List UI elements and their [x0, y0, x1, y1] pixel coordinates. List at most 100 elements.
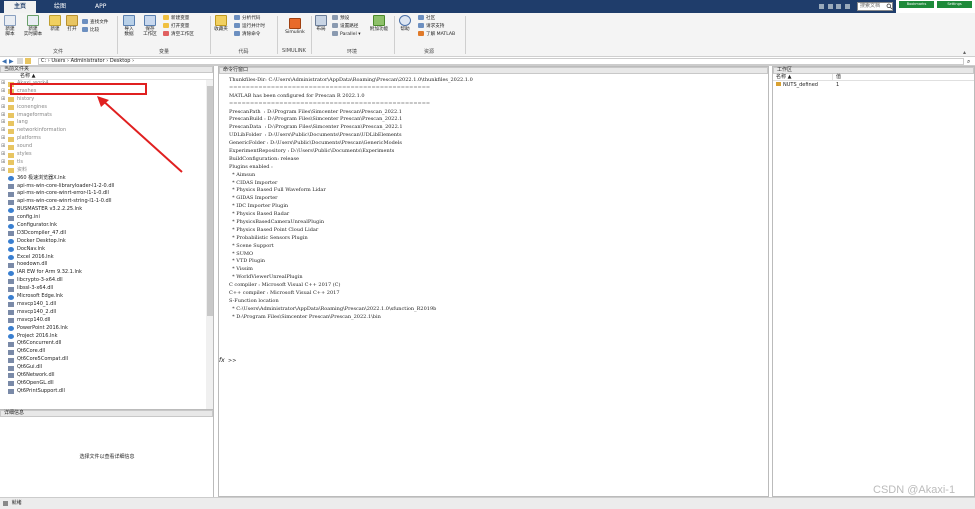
expand-icon[interactable]: ⊞: [1, 159, 5, 167]
addons-button[interactable]: 附加功能: [366, 15, 392, 32]
file-item[interactable]: hoedown.dll: [0, 261, 205, 269]
name-column-header[interactable]: 名称 ▲: [0, 73, 213, 80]
expand-icon[interactable]: ⊞: [1, 119, 5, 127]
file-item[interactable]: Qt6Core.dll: [0, 348, 205, 356]
current-folder-title[interactable]: 当前文件夹: [0, 66, 213, 73]
layout-button[interactable]: 布局: [313, 15, 329, 32]
file-item[interactable]: Qt6OpenGL.dll: [0, 380, 205, 388]
file-item[interactable]: 360 极速浏览器X.lnk: [0, 175, 205, 183]
search-path-icon[interactable]: ⌕: [967, 58, 970, 66]
expand-icon[interactable]: ⊞: [1, 135, 5, 143]
expand-icon[interactable]: ⊞: [1, 96, 5, 104]
collapse-toolstrip-icon[interactable]: ▴: [963, 49, 966, 56]
file-item[interactable]: Qt6Gui.dll: [0, 364, 205, 372]
function-browser-icon[interactable]: fx: [219, 357, 225, 364]
tab-plots[interactable]: 绘图: [44, 1, 76, 13]
compare-button[interactable]: 比较: [82, 27, 99, 34]
current-folder-path[interactable]: C: › Users › Administrator › Desktop ›: [38, 58, 964, 65]
forward-arrow-icon[interactable]: ▶: [9, 58, 14, 65]
request-support-button[interactable]: 请求支持: [418, 23, 444, 30]
redo-icon[interactable]: [836, 4, 842, 9]
undo-icon[interactable]: [827, 4, 833, 9]
file-item[interactable]: api-ms-win-core-libraryloader-l1-2-0.dll: [0, 183, 205, 191]
expand-icon[interactable]: ⊞: [1, 104, 5, 112]
file-item[interactable]: Configurator.lnk: [0, 222, 205, 230]
file-item[interactable]: DocNav.lnk: [0, 246, 205, 254]
set-path-button[interactable]: 设置路径: [332, 23, 358, 30]
details-title[interactable]: 详细信息: [0, 410, 213, 417]
up-folder-icon[interactable]: [17, 58, 23, 64]
file-item[interactable]: Qt6Core5Compat.dll: [0, 356, 205, 364]
preferences-button[interactable]: 预设: [332, 15, 349, 22]
file-item[interactable]: config.ini: [0, 214, 205, 222]
command-window[interactable]: 命令行窗口 Thunkfiles-Dir: C:\Users\Administr…: [218, 66, 769, 497]
open-button[interactable]: 打开: [64, 15, 80, 32]
file-item[interactable]: IAR EW for Arm 9.32.1.lnk: [0, 269, 205, 277]
run-and-time-button[interactable]: 运行并计时: [234, 23, 265, 30]
find-files-button[interactable]: 查找文件: [82, 19, 108, 26]
path-segment[interactable]: Users: [51, 58, 65, 64]
scrollbar-thumb[interactable]: [207, 86, 213, 316]
file-item[interactable]: BUSMASTER v3.2.2.25.lnk: [0, 206, 205, 214]
path-segment[interactable]: Desktop: [110, 58, 131, 64]
expand-icon[interactable]: ⊞: [1, 167, 5, 175]
favorites-button[interactable]: 收藏夹: [212, 15, 230, 32]
file-item[interactable]: Qt6Concurrent.dll: [0, 340, 205, 348]
tab-home[interactable]: 主页: [4, 1, 37, 13]
file-item[interactable]: Excel 2016.lnk: [0, 254, 205, 262]
notification-cell-2[interactable]: Settings: [937, 1, 972, 8]
save-workspace-button[interactable]: 保存 工作区: [140, 15, 160, 37]
workspace-value-column[interactable]: 值: [833, 74, 841, 80]
file-item[interactable]: Docker Desktop.lnk: [0, 238, 205, 246]
search-icon[interactable]: [886, 2, 893, 11]
import-data-button[interactable]: 导入 数据: [120, 15, 138, 37]
parallel-dropdown[interactable]: Parallel ▾: [332, 31, 361, 38]
workspace-title[interactable]: 工作区: [773, 67, 974, 74]
command-window-title[interactable]: 命令行窗口: [219, 67, 768, 74]
browse-folder-icon[interactable]: [25, 58, 31, 64]
command-prompt[interactable]: >>: [228, 358, 236, 364]
file-item[interactable]: PowerPoint 2016.lnk: [0, 325, 205, 333]
question-mark-icon: [399, 15, 411, 26]
expand-icon[interactable]: ⊞: [1, 88, 5, 96]
file-item[interactable]: msvcp140_1.dll: [0, 301, 205, 309]
file-item[interactable]: Qt6Network.dll: [0, 372, 205, 380]
file-item[interactable]: Microsoft Edge.lnk: [0, 293, 205, 301]
expand-icon[interactable]: ⊞: [1, 143, 5, 151]
analyze-code-button[interactable]: 分析代码: [234, 15, 260, 22]
new-button[interactable]: 新建: [47, 15, 63, 32]
save-icon[interactable]: [819, 4, 824, 9]
workspace-name-column[interactable]: 名称 ▲: [773, 74, 833, 80]
path-segment[interactable]: C:: [41, 58, 46, 64]
new-live-script-button[interactable]: 新建 实时脚本: [21, 15, 45, 37]
file-item[interactable]: api-ms-win-core-winrt-error-l1-1-0.dll: [0, 190, 205, 198]
new-variable-button[interactable]: 新建变量: [163, 15, 189, 22]
clear-workspace-button[interactable]: 清空工作区: [163, 31, 194, 38]
help-button[interactable]: 帮助: [396, 15, 414, 32]
clear-commands-button[interactable]: 清除命令: [234, 31, 260, 38]
file-item[interactable]: Qt6PrintSupport.dll: [0, 388, 205, 396]
file-item[interactable]: msvcp140.dll: [0, 317, 205, 325]
help-icon[interactable]: [844, 4, 850, 9]
simulink-button[interactable]: Simulink: [280, 18, 310, 35]
open-variable-button[interactable]: 打开变量: [163, 23, 189, 30]
expand-icon[interactable]: ⊞: [1, 127, 5, 135]
new-script-button[interactable]: 新建 脚本: [1, 15, 19, 37]
file-item[interactable]: D3Dcompiler_47.dll: [0, 230, 205, 238]
tab-apps[interactable]: APP: [85, 1, 116, 13]
file-list-scrollbar[interactable]: [206, 80, 213, 409]
back-arrow-icon[interactable]: ◀: [2, 58, 7, 65]
file-item[interactable]: libcrypto-3-x64.dll: [0, 277, 205, 285]
community-button[interactable]: 社区: [418, 15, 435, 22]
expand-icon[interactable]: ⊞: [1, 80, 5, 88]
workspace-row[interactable]: NUTS_defined 1: [773, 81, 974, 89]
path-segment[interactable]: Administrator: [71, 58, 105, 64]
file-item[interactable]: Project 2016.lnk: [0, 333, 205, 341]
notification-cell-1[interactable]: Bookmarks: [899, 1, 934, 8]
learn-matlab-button[interactable]: 了解 MATLAB: [418, 31, 455, 38]
file-item[interactable]: msvcp140_2.dll: [0, 309, 205, 317]
expand-icon[interactable]: ⊞: [1, 112, 5, 120]
file-item[interactable]: api-ms-win-core-winrt-string-l1-1-0.dll: [0, 198, 205, 206]
file-item[interactable]: libssl-3-x64.dll: [0, 285, 205, 293]
expand-icon[interactable]: ⊞: [1, 151, 5, 159]
